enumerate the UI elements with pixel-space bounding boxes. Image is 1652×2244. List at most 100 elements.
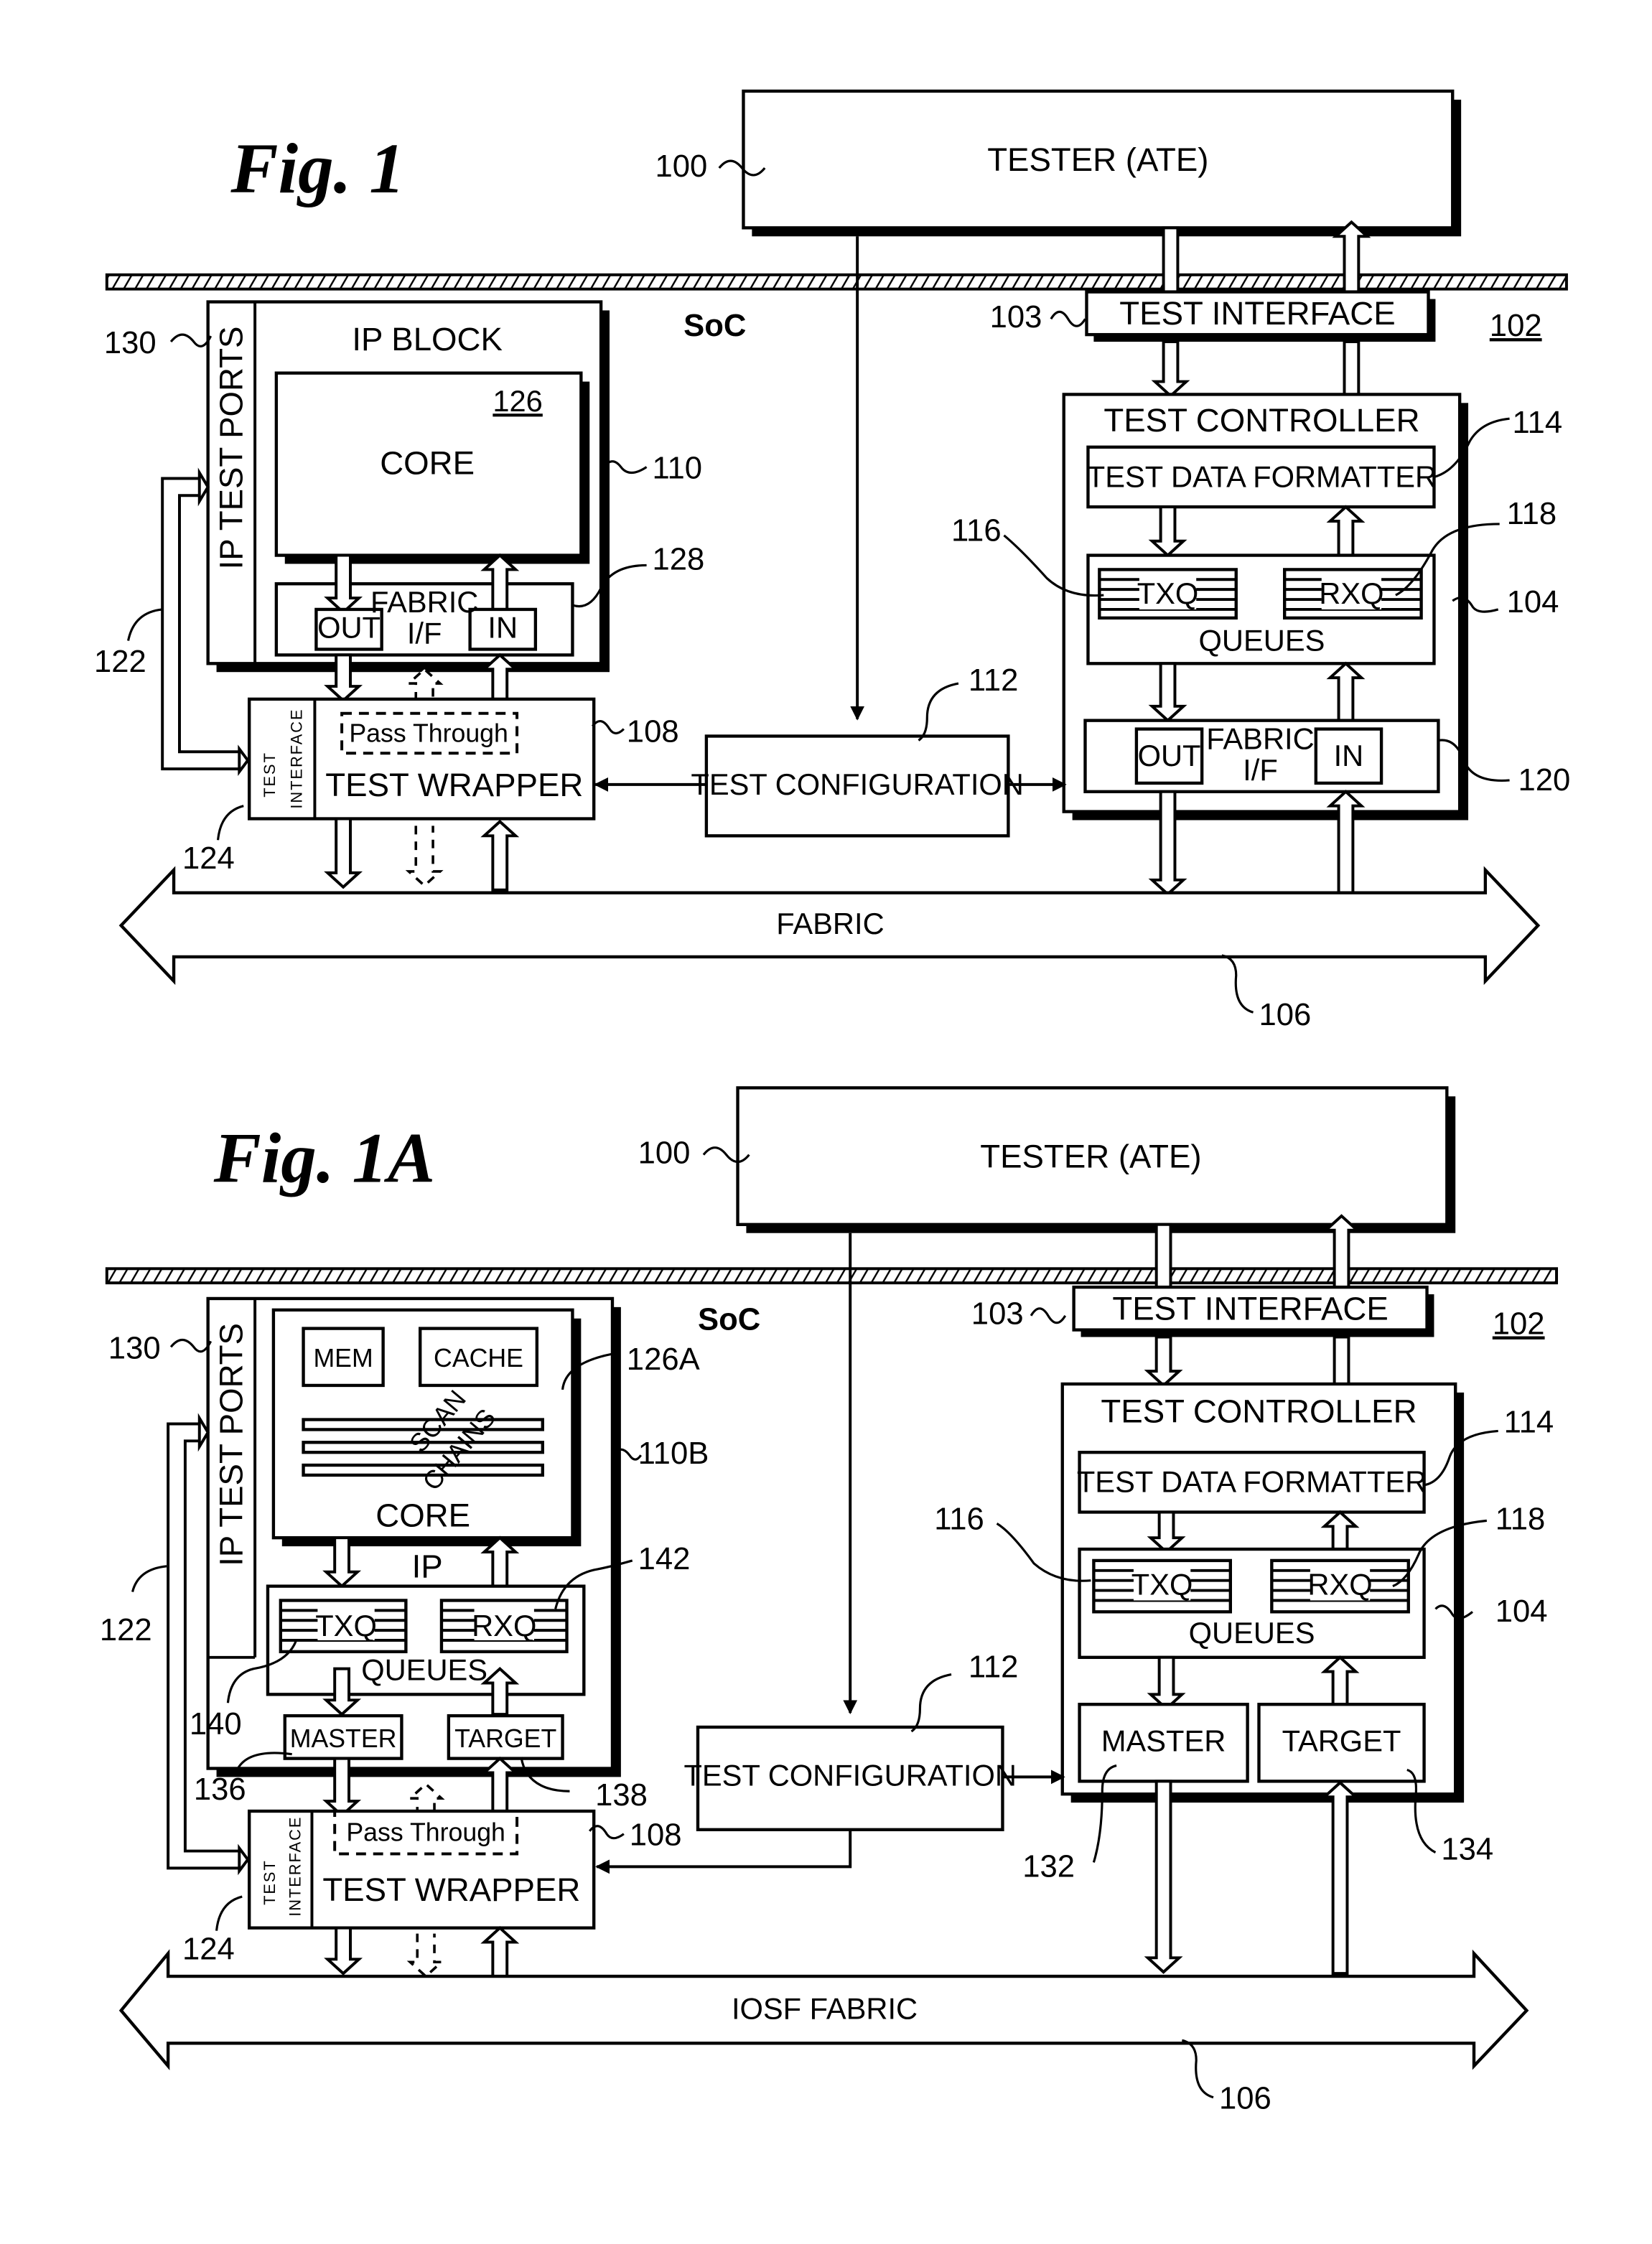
ref-108: 108: [627, 714, 679, 749]
ref-106: 106: [1219, 2082, 1271, 2116]
fabric-label: IOSF FABRIC: [732, 1992, 918, 2026]
controller-out-label: OUT: [1138, 739, 1201, 772]
rxq-label: RXQ: [1307, 1568, 1372, 1602]
ref-110b: 110B: [638, 1436, 709, 1471]
ip-rxq-label: RXQ: [472, 1609, 536, 1642]
ref-110: 110: [653, 451, 703, 485]
ip-if-label: I/F: [407, 617, 442, 650]
mem-label: MEM: [313, 1344, 373, 1373]
soc-label: SoC: [698, 1303, 760, 1337]
ref-130: 130: [104, 326, 157, 360]
ref-136: 136: [194, 1772, 246, 1807]
ref-126a: 126A: [627, 1342, 701, 1377]
ref-108: 108: [630, 1818, 682, 1853]
core-ref: 126: [493, 384, 542, 418]
ref-122: 122: [100, 1613, 152, 1647]
test-config-label: TEST CONFIGURATION: [691, 767, 1023, 801]
iosf-fabric-bus: IOSF FABRIC: [118, 1949, 1529, 2071]
ip-block: IP TEST PORTS IP BLOCK 126 CORE OUT IN F…: [206, 300, 610, 673]
fabric-label: FABRIC: [776, 907, 884, 940]
tester-ate: TESTER (ATE): [736, 1086, 1456, 1233]
test-interface-label: TEST INTERFACE: [1119, 295, 1395, 332]
ip-queues-label: QUEUES: [361, 1653, 487, 1687]
figure-1a: Fig. 1A TESTER (ATE) 100 SoC 102 TEST IN…: [100, 1086, 1559, 2116]
formatter-label: TEST DATA FORMATTER: [1077, 1465, 1427, 1499]
ip-label: IP: [412, 1548, 443, 1585]
ip-block-label: IP BLOCK: [352, 321, 503, 357]
test-interface: TEST INTERFACE: [1085, 290, 1436, 342]
ip-target-label: TARGET: [454, 1724, 556, 1753]
ref-132: 132: [1022, 1849, 1075, 1884]
ref-118: 118: [1495, 1502, 1546, 1536]
wrapper-interface-line1: TEST: [261, 752, 279, 798]
ref-103: 103: [971, 1297, 1024, 1332]
controller-target-label: TARGET: [1282, 1724, 1401, 1758]
test-wrapper: TEST INTERFACE Pass Through TEST WRAPPER: [247, 697, 596, 821]
ip-txq-label: TXQ: [315, 1609, 377, 1642]
controller-fabric-label: FABRIC: [1206, 721, 1314, 755]
test-config-label: TEST CONFIGURATION: [683, 1758, 1016, 1792]
ref-112: 112: [969, 1650, 1019, 1685]
ip-test-ports-label: IP TEST PORTS: [213, 327, 249, 570]
ref-100: 100: [638, 1136, 691, 1171]
wrapper-interface-line2: INTERFACE: [288, 708, 306, 808]
ref-124: 124: [182, 841, 235, 876]
patent-diagram: Fig. 1 TESTER (ATE) 100 SoC 102 TEST INT…: [94, 89, 1570, 2116]
test-wrapper-label: TEST WRAPPER: [322, 1871, 580, 1908]
controller-master-label: MASTER: [1101, 1724, 1226, 1758]
ref-106: 106: [1259, 998, 1311, 1032]
rxq: RXQ: [1270, 1558, 1410, 1614]
pass-through-label: Pass Through: [349, 719, 508, 747]
ref-102: 102: [1490, 309, 1542, 343]
controller-if-label: I/F: [1243, 753, 1278, 787]
ip-test-ports-label: IP TEST PORTS: [213, 1323, 249, 1566]
ref-100: 100: [655, 149, 707, 184]
controller-in-label: IN: [1334, 739, 1364, 772]
rxq: RXQ: [1283, 568, 1423, 620]
test-controller: TEST CONTROLLER TEST DATA FORMATTER TXQ …: [1060, 1382, 1465, 1803]
figure-title: Fig. 1: [230, 130, 404, 208]
core-label: CORE: [375, 1497, 470, 1533]
ref-124: 124: [182, 1932, 235, 1966]
wrapper-interface-line1: TEST: [261, 1859, 279, 1905]
txq-label: TXQ: [1137, 576, 1199, 610]
ref-114: 114: [1513, 406, 1563, 440]
ref-138: 138: [595, 1778, 648, 1813]
ip-in-label: IN: [487, 611, 518, 645]
ref-140: 140: [190, 1707, 242, 1742]
ref-102: 102: [1493, 1307, 1545, 1342]
rxq-label: RXQ: [1319, 576, 1383, 610]
figure-title: Fig. 1A: [213, 1119, 436, 1197]
test-configuration: TEST CONFIGURATION: [691, 734, 1024, 838]
tester-ate: TESTER (ATE): [742, 89, 1462, 237]
formatter-label: TEST DATA FORMATTER: [1087, 459, 1437, 493]
ip-block: IP TEST PORTS MEM CACHE SCAN CHAINS CORE…: [206, 1296, 621, 1777]
soc-label: SoC: [683, 309, 746, 343]
test-interface: TEST INTERFACE: [1072, 1285, 1434, 1337]
ref-128: 128: [653, 542, 705, 576]
ip-master-label: MASTER: [290, 1724, 397, 1753]
test-wrapper-label: TEST WRAPPER: [325, 767, 583, 803]
test-controller-label: TEST CONTROLLER: [1103, 402, 1419, 439]
tester-label: TESTER (ATE): [987, 141, 1208, 178]
txq: TXQ: [1098, 568, 1238, 620]
ref-116: 116: [934, 1502, 984, 1536]
ref-118: 118: [1507, 497, 1557, 531]
figure-1: Fig. 1 TESTER (ATE) 100 SoC 102 TEST INT…: [94, 89, 1570, 1032]
ref-112: 112: [969, 663, 1019, 698]
ip-rxq: RXQ: [439, 1599, 569, 1654]
queues-label: QUEUES: [1199, 623, 1325, 657]
test-interface-label: TEST INTERFACE: [1112, 1291, 1388, 1327]
core-label: CORE: [380, 445, 475, 482]
ref-103: 103: [990, 300, 1042, 335]
pass-through-label: Pass Through: [346, 1818, 505, 1847]
txq-label: TXQ: [1131, 1568, 1193, 1602]
txq: TXQ: [1092, 1558, 1232, 1614]
ref-130: 130: [108, 1331, 161, 1365]
wrapper-interface-line2: INTERFACE: [286, 1816, 304, 1917]
test-wrapper: TEST INTERFACE Pass Through TEST WRAPPER: [247, 1809, 596, 1930]
test-controller: TEST CONTROLLER TEST DATA FORMATTER TXQ …: [1062, 393, 1469, 821]
cache-label: CACHE: [434, 1344, 523, 1373]
ref-116: 116: [951, 514, 1002, 548]
ref-114: 114: [1504, 1405, 1554, 1439]
